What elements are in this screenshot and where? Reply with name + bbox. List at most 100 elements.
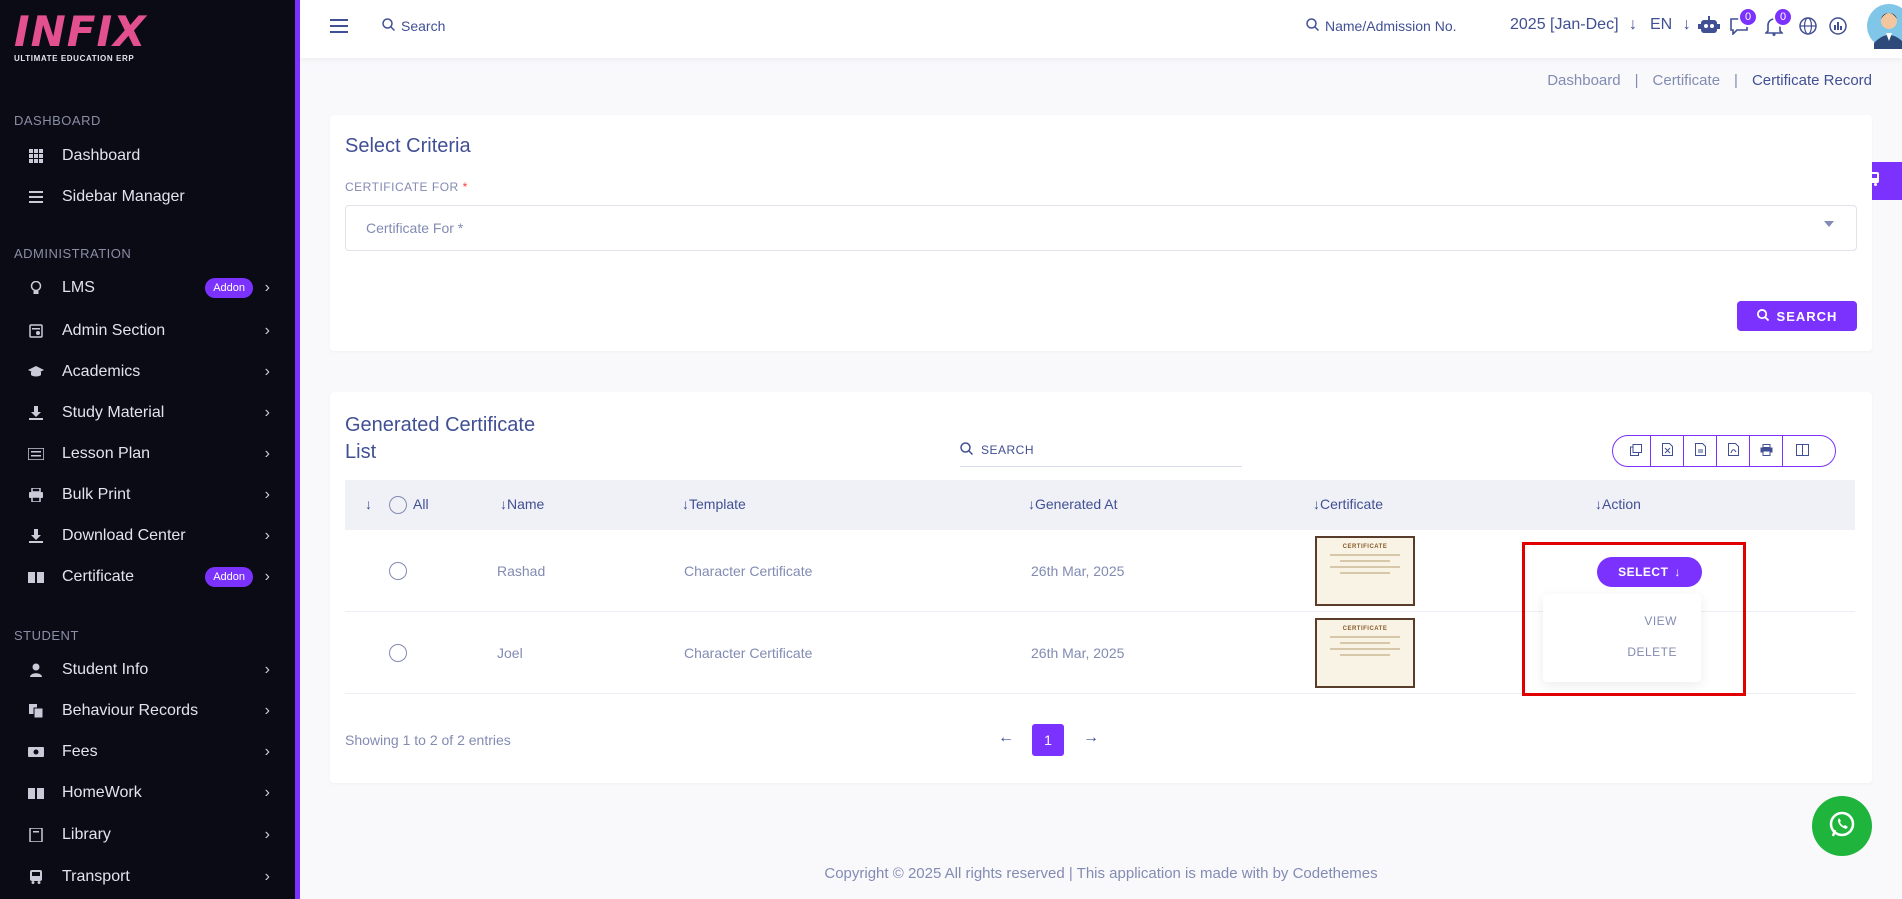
book-icon: [28, 785, 44, 801]
sort-arrow-icon[interactable]: ↓: [365, 496, 372, 512]
sidebar: INFIX ULTIMATE EDUCATION ERP DASHBOARD D…: [0, 0, 300, 899]
sidebar-scrollbar[interactable]: [295, 0, 300, 899]
search-button[interactable]: SEARCH: [1737, 301, 1857, 331]
sidebar-item-label: Sidebar Manager: [62, 188, 185, 205]
thumbnail-title: CERTIFICATE: [1342, 626, 1388, 632]
hamburger-menu-icon[interactable]: [330, 19, 348, 35]
academic-year-label: 2025 [Jan-Dec]: [1510, 16, 1619, 33]
whatsapp-button[interactable]: [1812, 796, 1872, 856]
sidebar-item-label: HomeWork: [62, 784, 142, 801]
sidebar-item-dashboard[interactable]: Dashboard: [0, 136, 290, 176]
page-number-button[interactable]: 1: [1032, 724, 1064, 756]
language-select[interactable]: EN ↓: [1650, 16, 1691, 34]
certificate-thumbnail[interactable]: CERTIFICATE: [1315, 536, 1415, 606]
logo-text: INFIX: [14, 7, 147, 56]
avatar[interactable]: [1866, 3, 1902, 49]
thumbnail-line: [1330, 636, 1400, 638]
row-template: Character Certificate: [684, 563, 813, 579]
column-action[interactable]: ↓Action: [1595, 496, 1641, 512]
sidebar-item-label: Lesson Plan: [62, 445, 151, 462]
thumbnail-line: [1340, 572, 1390, 574]
title-line-1: Generated Certificate: [345, 414, 536, 436]
search-icon: [960, 441, 974, 458]
caret-down-icon: [1824, 221, 1834, 227]
sort-arrow-icon: ↓: [500, 496, 507, 512]
row-generated-at: 26th Mar, 2025: [1031, 563, 1125, 579]
search-icon: [1306, 18, 1320, 34]
name-admission-search[interactable]: Name/Admission No.: [1306, 18, 1457, 34]
certificate-for-label: CERTIFICATE FOR *: [345, 180, 468, 194]
sidebar-item-label: Bulk Print: [62, 486, 131, 503]
certificate-for-select[interactable]: Certificate For *: [345, 205, 1857, 251]
file-icon: [1694, 443, 1706, 459]
sidebar-item-label: LMS: [62, 279, 95, 296]
download-icon: [28, 405, 44, 421]
academic-year-select[interactable]: 2025 [Jan-Dec] ↓: [1510, 16, 1637, 34]
sidebar-item-transport[interactable]: Transport ›: [0, 857, 290, 897]
sidebar-item-homework[interactable]: HomeWork ›: [0, 773, 290, 813]
sidebar-item-student-info[interactable]: Student Info ›: [0, 650, 290, 690]
column-name[interactable]: ↓Name: [500, 496, 544, 512]
sidebar-item-library[interactable]: Library ›: [0, 815, 290, 855]
robot-icon[interactable]: [1698, 15, 1720, 37]
thumbnail-line: [1330, 566, 1400, 568]
app-logo[interactable]: INFIX ULTIMATE EDUCATION ERP: [14, 7, 147, 64]
sidebar-item-lesson-plan[interactable]: Lesson Plan ›: [0, 434, 290, 474]
sidebar-item-download-center[interactable]: Download Center ›: [0, 516, 290, 556]
sidebar-item-bulk-print[interactable]: Bulk Print ›: [0, 475, 290, 515]
breadcrumb-dashboard[interactable]: Dashboard: [1547, 72, 1620, 89]
sidebar-item-certificate[interactable]: Certificate Addon ›: [0, 557, 290, 597]
globe-icon[interactable]: [1797, 15, 1819, 37]
admin-icon: [28, 323, 44, 339]
column-template[interactable]: ↓Template: [682, 496, 746, 512]
grid-icon: [28, 148, 44, 164]
pdf-button[interactable]: [1717, 436, 1750, 466]
sidebar-item-academics[interactable]: Academics ›: [0, 352, 290, 392]
breadcrumb-separator: |: [1634, 72, 1639, 89]
sidebar-item-label: Fees: [62, 743, 98, 760]
column-generated-at[interactable]: ↓Generated At: [1028, 496, 1118, 512]
select-all-radio[interactable]: [389, 496, 407, 514]
message-icon[interactable]: 0: [1728, 7, 1758, 37]
print-button[interactable]: [1750, 436, 1783, 466]
sidebar-item-study-material[interactable]: Study Material ›: [0, 393, 290, 433]
chevron-right-icon: ›: [264, 527, 270, 544]
analytics-icon[interactable]: [1827, 15, 1849, 37]
sidebar-item-lms[interactable]: LMS Addon ›: [0, 268, 290, 308]
sidebar-item-behaviour-records[interactable]: Behaviour Records ›: [0, 691, 290, 731]
chevron-right-icon: ›: [264, 868, 270, 885]
addon-badge: Addon: [205, 278, 253, 298]
columns-icon: [1795, 443, 1809, 459]
column-generated-at-label: Generated At: [1035, 496, 1118, 512]
list-search-placeholder: SEARCH: [981, 442, 1035, 457]
row-select-radio[interactable]: [389, 644, 407, 662]
top-search[interactable]: Search: [382, 18, 445, 34]
list-search-input[interactable]: SEARCH: [960, 433, 1242, 467]
whatsapp-icon: [1827, 809, 1857, 844]
sidebar-item-label: Study Material: [62, 404, 165, 421]
select-criteria-title: Select Criteria: [345, 135, 471, 157]
arrow-right-icon[interactable]: →: [1083, 729, 1099, 747]
bell-icon[interactable]: 0: [1763, 7, 1793, 37]
section-label-administration: ADMINISTRATION: [14, 246, 132, 261]
row-select-radio[interactable]: [389, 562, 407, 580]
sidebar-item-admin-section[interactable]: Admin Section ›: [0, 311, 290, 351]
sidebar-item-fees[interactable]: Fees ›: [0, 732, 290, 772]
sort-arrow-icon: ↓: [1313, 496, 1320, 512]
csv-button[interactable]: [1684, 436, 1717, 466]
arrow-left-icon[interactable]: ←: [998, 729, 1014, 747]
breadcrumb-current: Certificate Record: [1751, 72, 1872, 89]
certificate-thumbnail[interactable]: CERTIFICATE: [1315, 618, 1415, 688]
excel-button[interactable]: [1651, 436, 1684, 466]
section-label-dashboard: DASHBOARD: [14, 113, 101, 128]
sort-arrow-icon: ↓: [1028, 496, 1035, 512]
column-visibility-button[interactable]: [1783, 436, 1835, 466]
thumbnail-line: [1340, 654, 1390, 656]
column-certificate[interactable]: ↓Certificate: [1313, 496, 1383, 512]
copy-button[interactable]: [1613, 436, 1651, 466]
money-icon: [28, 744, 44, 760]
certificate-for-placeholder: Certificate For *: [366, 220, 464, 236]
sidebar-item-sidebar-manager[interactable]: Sidebar Manager: [0, 177, 290, 217]
breadcrumb-certificate[interactable]: Certificate: [1653, 72, 1721, 89]
required-mark: *: [462, 180, 468, 194]
